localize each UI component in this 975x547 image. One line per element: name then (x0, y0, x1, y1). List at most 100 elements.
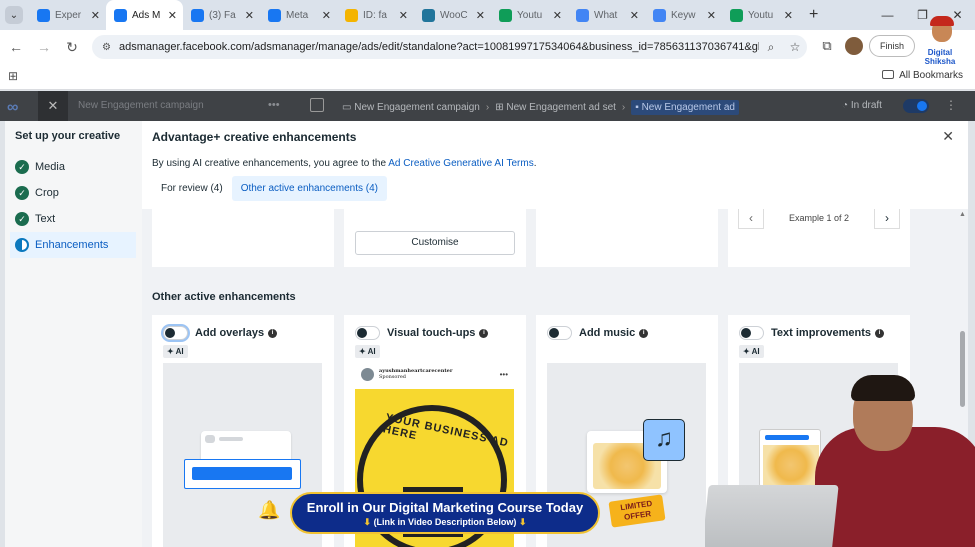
browser-toolbar: ← → ↻ ⚙ adsmanager.facebook.com/adsmanag… (0, 30, 975, 64)
add-music-toggle[interactable] (547, 326, 572, 340)
browser-tab[interactable]: Meta ✕ (260, 0, 337, 30)
bookmarks-bar: ⊞ All Bookmarks (0, 64, 975, 90)
step-crop[interactable]: ✓ Crop (10, 180, 136, 206)
step-media[interactable]: ✓ Media (10, 154, 136, 180)
browser-tab[interactable]: Exper ✕ (29, 0, 106, 30)
close-tab-icon[interactable]: ✕ (553, 9, 562, 22)
campaign-selector[interactable]: New Engagement campaign (78, 100, 204, 111)
forward-icon[interactable]: → (30, 39, 58, 55)
header-more-icon[interactable]: ⋮ (945, 98, 957, 112)
check-icon: ✓ (15, 160, 29, 174)
more-options-icon[interactable]: ••• (268, 99, 280, 111)
close-tab-icon[interactable]: ✕ (476, 9, 485, 22)
browser-tab[interactable]: What ✕ (568, 0, 645, 30)
browser-tab[interactable]: Ads M ✕ (106, 0, 183, 30)
step-enhancements[interactable]: Enhancements (10, 232, 136, 258)
info-icon[interactable]: i (639, 328, 649, 338)
visual-touch-ups-toggle[interactable] (355, 326, 380, 340)
modal-close-icon[interactable]: ✕ (942, 128, 954, 145)
channel-logo: Digital Shiksha (914, 14, 966, 70)
tab-title: Keyw (671, 9, 696, 21)
close-tab-icon[interactable]: ✕ (784, 9, 793, 22)
step-label: Enhancements (35, 239, 109, 251)
example-navigator: ‹ Example 1 of 2 › (738, 209, 900, 229)
tab-for-review[interactable]: For review (4) (152, 176, 232, 201)
next-example-icon[interactable]: › (873, 209, 900, 229)
browser-tab-strip: ⌄ Exper ✕ Ads M ✕ (3) Fa ✕ Meta ✕ ID: fa ✕ WooC ✕ Yo… (0, 0, 975, 30)
text-improvements-toggle[interactable] (739, 326, 764, 340)
extensions-icon[interactable]: ⧉ (815, 38, 839, 54)
card-title: Text improvements (771, 327, 872, 339)
browser-tab[interactable]: Keyw ✕ (645, 0, 722, 30)
ads-manager-header: ∞ ✕ New Engagement campaign ••• ▭ New En… (0, 91, 975, 121)
close-editor-icon[interactable]: ✕ (38, 91, 68, 121)
browser-tab[interactable]: ID: fa ✕ (337, 0, 414, 30)
profile-avatar[interactable] (845, 37, 863, 55)
example-counter: Example 1 of 2 (788, 213, 850, 223)
close-tab-icon[interactable]: ✕ (168, 9, 177, 22)
close-tab-icon[interactable]: ✕ (707, 9, 716, 22)
toggle-sidebar-icon[interactable] (310, 98, 324, 112)
folder-icon (882, 70, 895, 79)
modal-tabs: For review (4) Other active enhancements… (152, 176, 387, 201)
modal-description: By using AI creative enhancements, you a… (152, 158, 537, 169)
browser-tab[interactable]: (3) Fa ✕ (183, 0, 260, 30)
tab-other-active[interactable]: Other active enhancements (4) (231, 176, 387, 201)
tab-title: Ads M (132, 9, 161, 21)
prev-example-icon[interactable]: ‹ (738, 209, 764, 229)
zoom-icon[interactable]: ⌕ (759, 40, 783, 55)
sheets-icon (730, 8, 743, 22)
step-label: Crop (35, 187, 59, 199)
post-more-icon: ••• (499, 369, 508, 379)
customise-button[interactable]: Customise (355, 231, 515, 255)
minimize-button[interactable]: — (870, 8, 905, 22)
drive-icon (345, 8, 358, 22)
wordpress-icon (422, 8, 435, 22)
step-text[interactable]: ✓ Text (10, 206, 136, 232)
in-progress-icon (15, 238, 29, 252)
laptop-image (705, 485, 839, 547)
sheets-icon (499, 8, 512, 22)
add-overlays-toggle[interactable] (163, 326, 188, 340)
bookmark-star-icon[interactable]: ☆ (783, 40, 807, 54)
browser-tab[interactable]: WooC ✕ (414, 0, 491, 30)
tab-title: WooC (440, 9, 468, 21)
info-icon[interactable]: i (875, 328, 885, 338)
finish-update-button[interactable]: Finish (869, 35, 916, 57)
tab-title: ID: fa (363, 9, 387, 21)
info-icon[interactable]: i (268, 328, 278, 338)
back-icon[interactable]: ← (2, 39, 30, 55)
breadcrumb-ad[interactable]: ▪ New Engagement ad (631, 100, 739, 115)
enhancement-card-partial: ‹ Example 1 of 2 › (728, 209, 910, 267)
all-bookmarks-button[interactable]: All Bookmarks (882, 70, 963, 81)
close-tab-icon[interactable]: ✕ (245, 9, 254, 22)
tab-title: Youtu (748, 9, 774, 21)
browser-tab[interactable]: Youtu ✕ (722, 0, 799, 30)
check-icon: ✓ (15, 186, 29, 200)
ai-badge: ✦ AI (163, 345, 188, 358)
breadcrumb: ▭ New Engagement campaign › ⊞ New Engage… (342, 100, 739, 115)
info-icon[interactable]: i (479, 328, 489, 338)
ai-badge: ✦ AI (739, 345, 764, 358)
tab-search-dropdown[interactable]: ⌄ (5, 6, 23, 24)
apps-grid-icon[interactable]: ⊞ (8, 69, 18, 83)
close-tab-icon[interactable]: ✕ (630, 9, 639, 22)
reload-icon[interactable]: ↻ (58, 39, 86, 56)
meta-logo-icon: ∞ (7, 99, 19, 116)
ad-on-off-toggle[interactable] (903, 99, 929, 113)
meta-icon (268, 8, 281, 22)
breadcrumb-campaign[interactable]: ▭ New Engagement campaign (342, 102, 480, 113)
ai-terms-link[interactable]: Ad Creative Generative AI Terms (388, 158, 533, 169)
address-bar[interactable]: ⚙ adsmanager.facebook.com/adsmanager/man… (92, 35, 807, 59)
close-tab-icon[interactable]: ✕ (91, 9, 100, 22)
browser-tab[interactable]: Youtu ✕ (491, 0, 568, 30)
breadcrumb-ad-set[interactable]: ⊞ New Engagement ad set (495, 102, 616, 113)
tab-title: Meta (286, 9, 309, 21)
scroll-up-icon[interactable]: ▲ (959, 211, 966, 218)
google-ads-icon (653, 8, 666, 22)
new-tab-button[interactable]: + (809, 6, 818, 24)
draft-status: ◔ In draft (842, 100, 882, 111)
close-tab-icon[interactable]: ✕ (322, 9, 331, 22)
site-info-icon[interactable]: ⚙ (102, 42, 111, 53)
close-tab-icon[interactable]: ✕ (399, 9, 408, 22)
